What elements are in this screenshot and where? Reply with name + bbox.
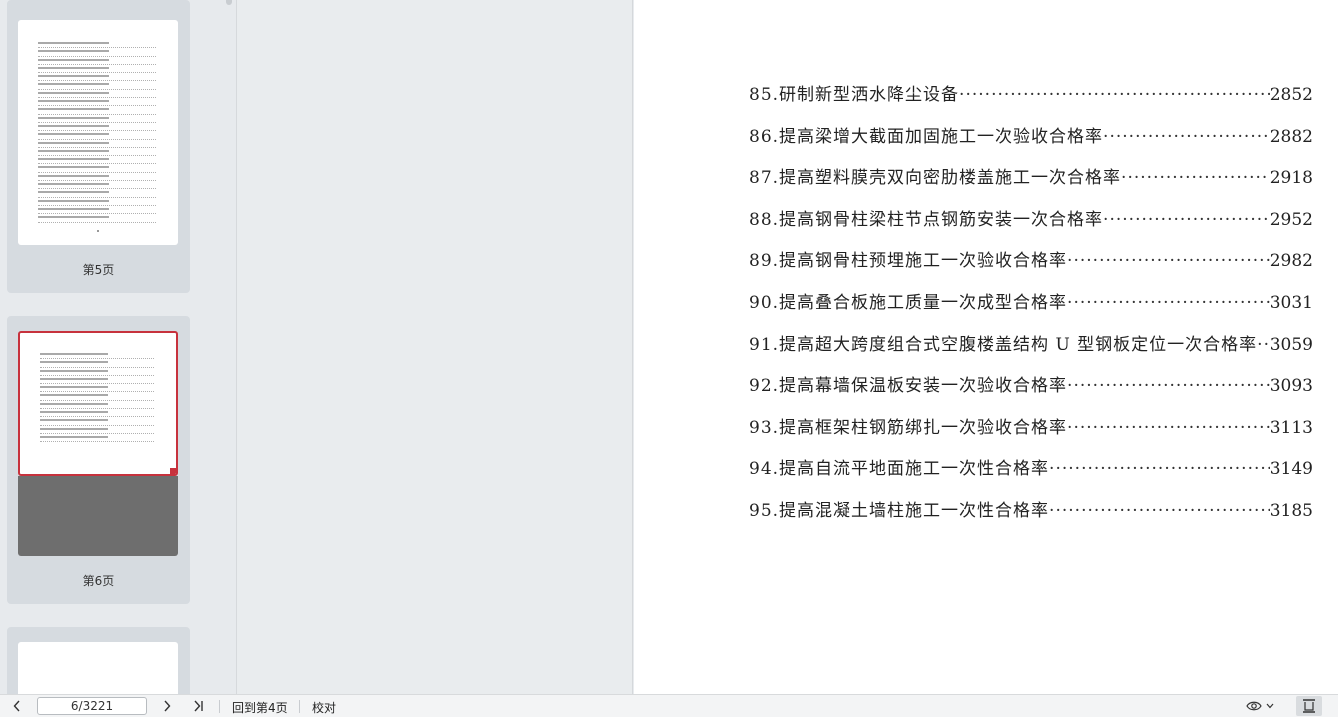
skip-to-end-icon — [194, 700, 203, 712]
toc-entry[interactable]: 87.提高塑料膜壳双向密肋楼盖施工一次合格率2918 — [749, 163, 1313, 205]
thumbnail-image — [18, 642, 178, 694]
document-page: 85.研制新型洒水降尘设备2852 86.提高梁增大截面加固施工一次验收合格率2… — [634, 0, 1338, 694]
chevron-left-icon — [13, 700, 20, 712]
toc-entry[interactable]: 90.提高叠合板施工质量一次成型合格率3031 — [749, 288, 1313, 330]
toc-entry[interactable]: 95.提高混凝土墙柱施工一次性合格率3185 — [749, 496, 1313, 538]
page-number-input[interactable] — [37, 697, 147, 715]
thumbnail-page-7[interactable] — [7, 627, 190, 694]
thumbnail-label: 第6页 — [82, 574, 115, 588]
thumbnail-text-lines — [40, 351, 154, 443]
thumbnail-page-5[interactable]: 第5页 — [7, 0, 190, 293]
next-page-button[interactable] — [158, 695, 176, 717]
toc-entry[interactable]: 94.提高自流平地面施工一次性合格率3149 — [749, 454, 1313, 496]
thumbnail-sidebar[interactable]: 第5页 第6页 — [0, 0, 237, 694]
sidebar-scrollbar[interactable] — [226, 0, 232, 5]
toc-entry[interactable]: 91.提高超大跨度组合式空腹楼盖结构 U 型钢板定位一次合格率3059 — [749, 330, 1313, 372]
selection-corner-marker — [170, 468, 176, 474]
status-bar: 回到第4页 校对 — [0, 694, 1338, 717]
prev-page-button[interactable] — [8, 695, 26, 717]
proofread-button[interactable]: 校对 — [312, 699, 336, 716]
eye-icon — [1246, 701, 1262, 711]
thumbnail-image-selected — [18, 331, 178, 476]
back-to-page-link[interactable]: 回到第4页 — [232, 699, 288, 716]
document-background — [237, 0, 633, 694]
thumbnail-loading-overlay — [18, 476, 178, 556]
single-page-layout-button[interactable] — [1296, 696, 1322, 716]
thumbnail-page-6[interactable]: 第6页 — [7, 316, 190, 604]
divider — [219, 700, 220, 713]
toc-entry[interactable]: 88.提高钢骨柱梁柱节点钢筋安装一次合格率2952 — [749, 205, 1313, 247]
toc-entry[interactable]: 89.提高钢骨柱预埋施工一次验收合格率2982 — [749, 246, 1313, 288]
chevron-down-icon — [1266, 703, 1274, 709]
thumbnail-label: 第5页 — [82, 263, 115, 277]
toc-entry[interactable]: 92.提高幕墙保温板安装一次验收合格率3093 — [749, 371, 1313, 413]
thumbnail-image — [18, 20, 178, 245]
chevron-right-icon — [164, 700, 171, 712]
toc-entry[interactable]: 93.提高框架柱钢筋绑扎一次验收合格率3113 — [749, 413, 1313, 455]
last-page-button[interactable] — [190, 695, 208, 717]
table-of-contents: 85.研制新型洒水降尘设备2852 86.提高梁增大截面加固施工一次验收合格率2… — [749, 80, 1313, 538]
toc-entry[interactable]: 85.研制新型洒水降尘设备2852 — [749, 80, 1313, 122]
view-mode-dropdown[interactable] — [1244, 695, 1276, 717]
single-page-icon — [1303, 699, 1315, 713]
toc-entry[interactable]: 86.提高梁增大截面加固施工一次验收合格率2882 — [749, 122, 1313, 164]
divider — [299, 700, 300, 713]
thumbnail-text-lines — [38, 40, 156, 223]
